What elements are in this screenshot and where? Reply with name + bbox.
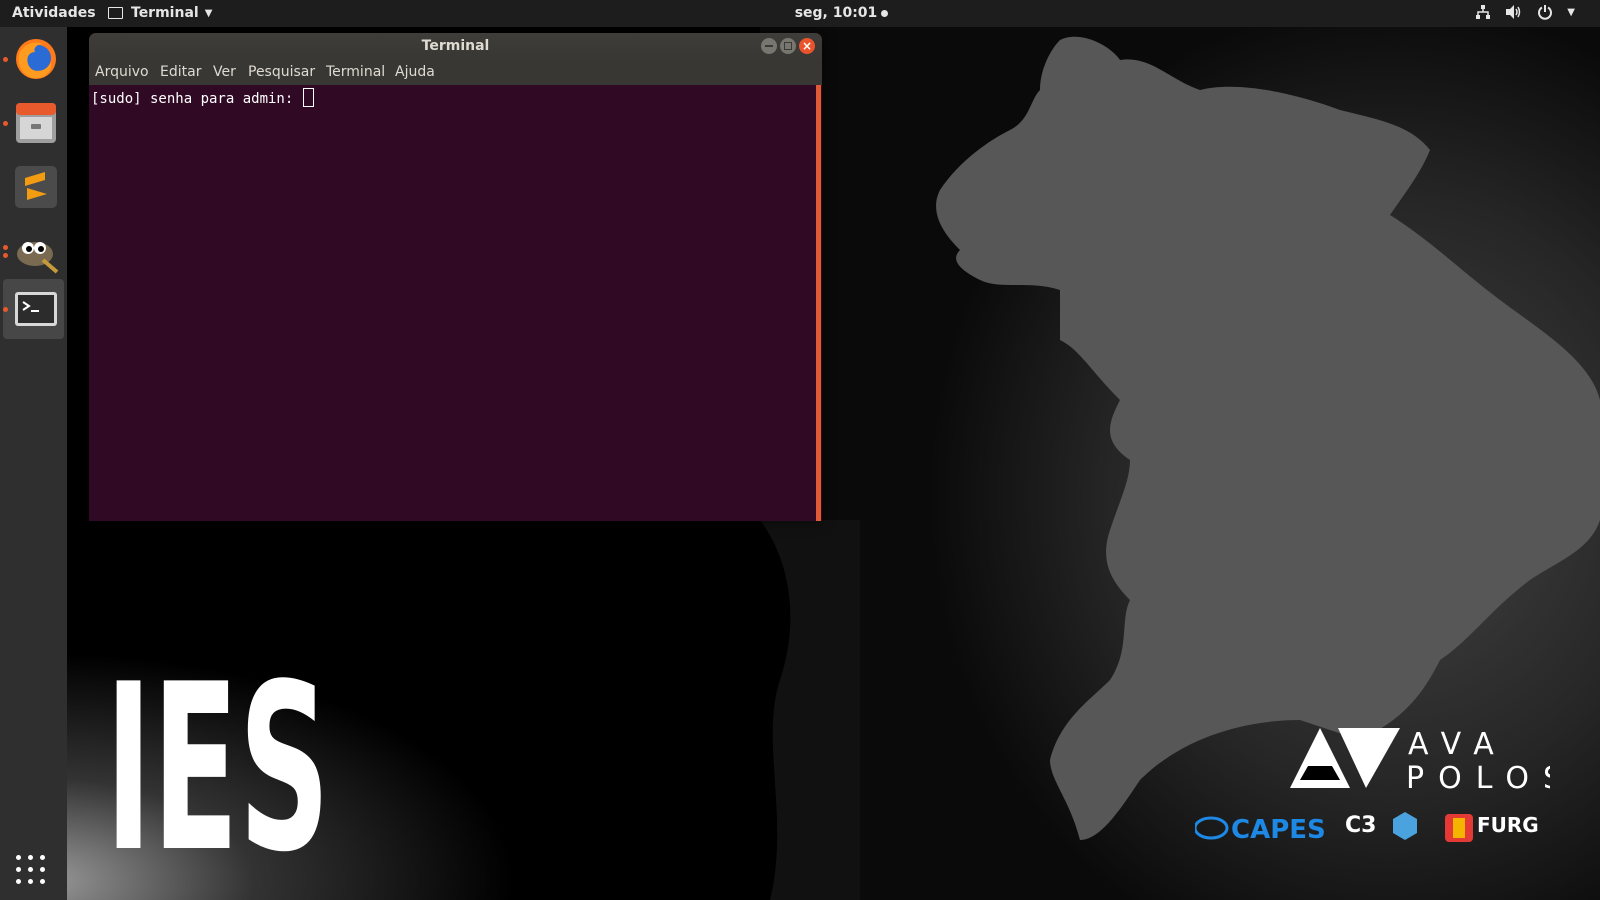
- dock: [0, 27, 67, 900]
- svg-text:C3: C3: [1345, 813, 1376, 838]
- top-bar: Atividades Terminal ▼ seg, 10:01 ▼: [0, 0, 1600, 27]
- svg-text:AVA: AVA: [1408, 727, 1508, 762]
- menu-ver[interactable]: Ver: [213, 60, 236, 85]
- menu-ajuda[interactable]: Ajuda: [395, 60, 435, 85]
- network-icon: [1475, 4, 1491, 20]
- running-indicator: [3, 57, 8, 62]
- close-button[interactable]: ×: [799, 38, 815, 54]
- svg-text:IES: IES: [105, 636, 330, 900]
- volume-icon: [1505, 4, 1523, 20]
- running-indicator: [3, 121, 8, 126]
- firefox-icon: [16, 39, 56, 79]
- avapolos-logo: AVA POLOS: [1290, 727, 1550, 796]
- chevron-down-icon: ▼: [1567, 6, 1575, 18]
- terminal-prompt-line: [sudo] senha para admin:: [91, 88, 314, 107]
- terminal-window[interactable]: Terminal × Arquivo Editar Ver Pesquisar …: [89, 33, 822, 521]
- menu-arquivo[interactable]: Arquivo: [95, 60, 149, 85]
- show-apps-button[interactable]: [16, 855, 48, 887]
- clock[interactable]: seg, 10:01: [0, 5, 1600, 21]
- menu-terminal[interactable]: Terminal: [326, 60, 385, 85]
- maximize-button[interactable]: [780, 38, 796, 54]
- menu-pesquisar[interactable]: Pesquisar: [248, 60, 315, 85]
- dock-item-gimp[interactable]: [3, 221, 64, 281]
- window-title: Terminal: [421, 38, 490, 54]
- running-indicator: [3, 307, 8, 312]
- window-titlebar[interactable]: Terminal ×: [89, 33, 822, 60]
- text-cursor: [302, 88, 314, 107]
- dock-item-terminal[interactable]: [3, 279, 64, 339]
- sudo-prompt: [sudo] senha para admin:: [91, 91, 302, 107]
- gimp-icon: [17, 242, 59, 274]
- menu-editar[interactable]: Editar: [160, 60, 201, 85]
- minimize-button[interactable]: [761, 38, 777, 54]
- dock-item-firefox[interactable]: [3, 29, 64, 89]
- dock-item-files[interactable]: [3, 93, 64, 153]
- scrollbar[interactable]: [816, 85, 821, 521]
- partner-logos: CAPES C3 FURG: [1195, 812, 1539, 845]
- svg-text:FURG: FURG: [1477, 813, 1539, 837]
- power-icon: [1537, 4, 1553, 20]
- notification-dot-icon: [881, 9, 889, 17]
- menu-bar: Arquivo Editar Ver Pesquisar Terminal Aj…: [89, 60, 822, 85]
- clock-label: seg, 10:01: [794, 5, 878, 21]
- svg-text:CAPES: CAPES: [1231, 815, 1326, 845]
- close-icon: ×: [801, 39, 813, 53]
- files-icon: [16, 103, 56, 143]
- dock-item-sublime[interactable]: [3, 157, 64, 217]
- svg-text:POLOS: POLOS: [1406, 761, 1550, 796]
- terminal-content[interactable]: [sudo] senha para admin:: [89, 85, 816, 521]
- sublime-icon: [15, 166, 57, 208]
- terminal-icon: [15, 292, 57, 326]
- system-tray[interactable]: ▼: [1475, 4, 1575, 20]
- running-indicator: [3, 253, 8, 258]
- running-indicator: [3, 245, 8, 250]
